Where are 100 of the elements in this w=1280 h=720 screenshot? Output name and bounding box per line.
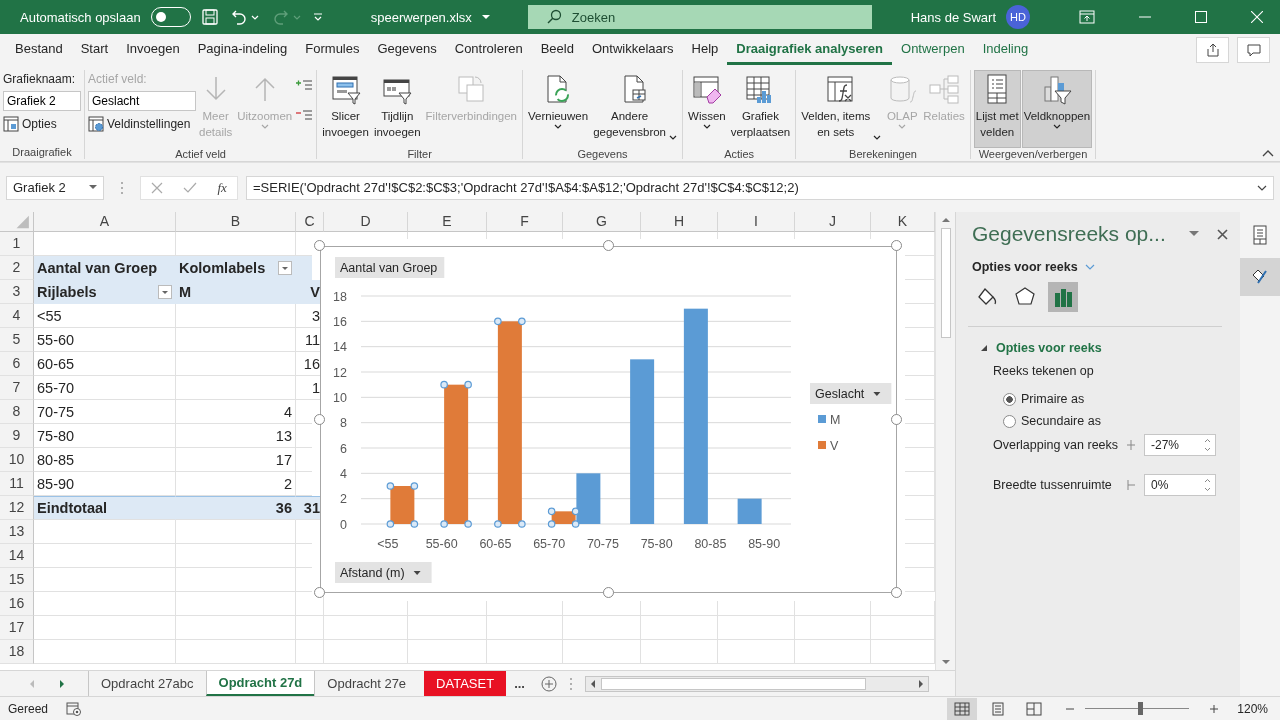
bar[interactable] bbox=[630, 359, 655, 524]
table-cell[interactable] bbox=[176, 592, 296, 616]
file-name-button[interactable]: speerwerpen.xlsx bbox=[368, 7, 492, 27]
table-cell[interactable]: M bbox=[176, 280, 296, 304]
table-cell[interactable] bbox=[795, 616, 871, 640]
format-button[interactable] bbox=[1240, 258, 1280, 296]
select-all-icon[interactable] bbox=[0, 212, 34, 232]
selection-handle[interactable] bbox=[494, 317, 502, 326]
field-button[interactable]: Aantal van Groep bbox=[335, 257, 445, 278]
row-header[interactable]: 17 bbox=[0, 616, 34, 640]
resize-handle[interactable] bbox=[314, 413, 325, 425]
ribbon-tab[interactable]: Formules bbox=[296, 35, 369, 65]
row-header[interactable]: 14 bbox=[0, 544, 34, 568]
row-header[interactable]: 3 bbox=[0, 280, 34, 304]
ribbon-tab[interactable]: Pagina-indeling bbox=[188, 35, 297, 65]
selection-handle[interactable] bbox=[518, 520, 526, 528]
table-cell[interactable]: 70-75 bbox=[34, 400, 176, 424]
more-sheets-button[interactable]: ... bbox=[506, 671, 533, 696]
selection-handle[interactable] bbox=[440, 520, 448, 528]
table-cell[interactable]: 55-60 bbox=[34, 328, 176, 352]
selection-handle[interactable] bbox=[571, 520, 580, 528]
ribbon-tab[interactable]: Help bbox=[682, 35, 728, 65]
ribbon-button[interactable]: Andere gegevensbron bbox=[591, 70, 680, 148]
column-header[interactable]: I bbox=[718, 212, 795, 232]
previous-sheet-icon[interactable] bbox=[28, 678, 36, 689]
ribbon-tab[interactable]: Controleren bbox=[445, 35, 532, 65]
table-cell[interactable] bbox=[176, 376, 296, 400]
formula-field[interactable]: =SERIE('Opdracht 27d'!$C$2:$C$3;'Opdracht 27d'!$A$4:$A$12;'Opdracht 27d'!$C$4:$C$12;2) bbox=[246, 175, 1274, 200]
ribbon-button[interactable]: Slicer invoegen bbox=[320, 70, 371, 148]
selection-handle[interactable] bbox=[410, 482, 419, 490]
table-cell[interactable] bbox=[718, 616, 795, 640]
table-cell[interactable] bbox=[176, 520, 296, 544]
ribbon-tab[interactable]: Ontwikkelaars bbox=[582, 35, 683, 65]
row-header[interactable]: 1 bbox=[0, 232, 34, 256]
ribbon-tab[interactable]: Bestand bbox=[6, 35, 72, 65]
table-cell[interactable] bbox=[563, 616, 641, 640]
table-cell[interactable] bbox=[641, 601, 718, 616]
ribbon-button[interactable]: Lijst met velden bbox=[973, 70, 1021, 148]
radio-label[interactable]: Primaire as bbox=[1021, 392, 1085, 406]
table-cell[interactable] bbox=[34, 592, 176, 616]
resize-handle[interactable] bbox=[891, 413, 902, 425]
search-field[interactable]: Zoeken bbox=[527, 5, 872, 29]
table-cell[interactable]: Rijlabels bbox=[34, 280, 176, 304]
table-cell[interactable] bbox=[641, 616, 718, 640]
table-cell[interactable] bbox=[324, 601, 408, 616]
table-cell[interactable] bbox=[487, 616, 563, 640]
sheet-tab[interactable]: Opdracht 27d bbox=[205, 671, 315, 696]
table-cell[interactable] bbox=[176, 616, 296, 640]
table-cell[interactable] bbox=[176, 640, 296, 664]
bar[interactable] bbox=[390, 486, 415, 524]
share-button[interactable] bbox=[1196, 37, 1229, 63]
collapse-ribbon-icon[interactable] bbox=[1262, 149, 1274, 157]
row-header[interactable]: 7 bbox=[0, 376, 34, 400]
enter-icon[interactable] bbox=[183, 181, 198, 194]
table-cell[interactable]: 17 bbox=[176, 448, 296, 472]
table-cell[interactable] bbox=[563, 640, 641, 664]
ribbon-button[interactable]: Grafiek verplaatsen bbox=[728, 70, 793, 148]
row-header[interactable]: 11 bbox=[0, 472, 34, 496]
spinner-arrows-icon[interactable] bbox=[1204, 478, 1211, 492]
column-header[interactable]: H bbox=[641, 212, 718, 232]
table-cell[interactable] bbox=[408, 640, 487, 664]
text-field[interactable]: Grafiek 2 bbox=[3, 91, 81, 111]
selection-handle[interactable] bbox=[547, 507, 556, 516]
vertical-scrollbar[interactable] bbox=[935, 212, 955, 670]
column-header[interactable]: K bbox=[871, 212, 935, 232]
table-cell[interactable]: Aantal van Groep bbox=[34, 256, 176, 280]
collapse-field-icon[interactable] bbox=[295, 108, 314, 122]
bar[interactable] bbox=[576, 473, 601, 524]
ribbon-button[interactable]: Velden, items en sets bbox=[799, 70, 884, 148]
selection-handle[interactable] bbox=[494, 520, 502, 528]
table-cell[interactable] bbox=[34, 640, 176, 664]
row-header[interactable]: 9 bbox=[0, 424, 34, 448]
sheet-tab[interactable]: DATASET bbox=[424, 671, 507, 696]
table-cell[interactable] bbox=[296, 616, 324, 640]
table-cell[interactable] bbox=[563, 601, 641, 616]
column-header[interactable]: J bbox=[795, 212, 871, 232]
table-cell[interactable] bbox=[34, 520, 176, 544]
ribbon-display-icon[interactable] bbox=[1079, 10, 1095, 24]
table-cell[interactable] bbox=[34, 544, 176, 568]
field-button[interactable]: Geslacht bbox=[810, 383, 892, 404]
radio-label[interactable]: Secundaire as bbox=[1021, 414, 1101, 428]
table-cell[interactable] bbox=[176, 304, 296, 328]
radio-button[interactable] bbox=[1003, 392, 1016, 406]
scroll-down-icon[interactable] bbox=[940, 658, 951, 666]
filter-dropdown-icon[interactable] bbox=[278, 260, 292, 275]
table-cell[interactable] bbox=[641, 640, 718, 664]
save-icon[interactable] bbox=[200, 8, 219, 26]
bar[interactable] bbox=[497, 321, 522, 524]
ribbon-button[interactable]: Veldknoppen bbox=[1021, 70, 1093, 148]
view-button[interactable] bbox=[947, 697, 978, 720]
chart-area[interactable]: 0 2 4 6 8 10 12 14 16 18 <55 55-60 60-65 65-70 70-75 75-80 80-85 85-90 Aantal van Groep Geslacht Afstand (m) M V bbox=[320, 246, 897, 593]
table-cell[interactable] bbox=[718, 640, 795, 664]
bar[interactable] bbox=[444, 384, 469, 524]
table-cell[interactable] bbox=[176, 544, 296, 568]
table-cell[interactable]: 75-80 bbox=[34, 424, 176, 448]
close-icon[interactable] bbox=[1217, 228, 1228, 240]
ribbon-tab[interactable]: Ontwerpen bbox=[892, 35, 974, 65]
table-cell[interactable]: <55 bbox=[34, 304, 176, 328]
name-box[interactable]: Grafiek 2 bbox=[6, 175, 104, 200]
table-cell[interactable] bbox=[487, 601, 563, 616]
